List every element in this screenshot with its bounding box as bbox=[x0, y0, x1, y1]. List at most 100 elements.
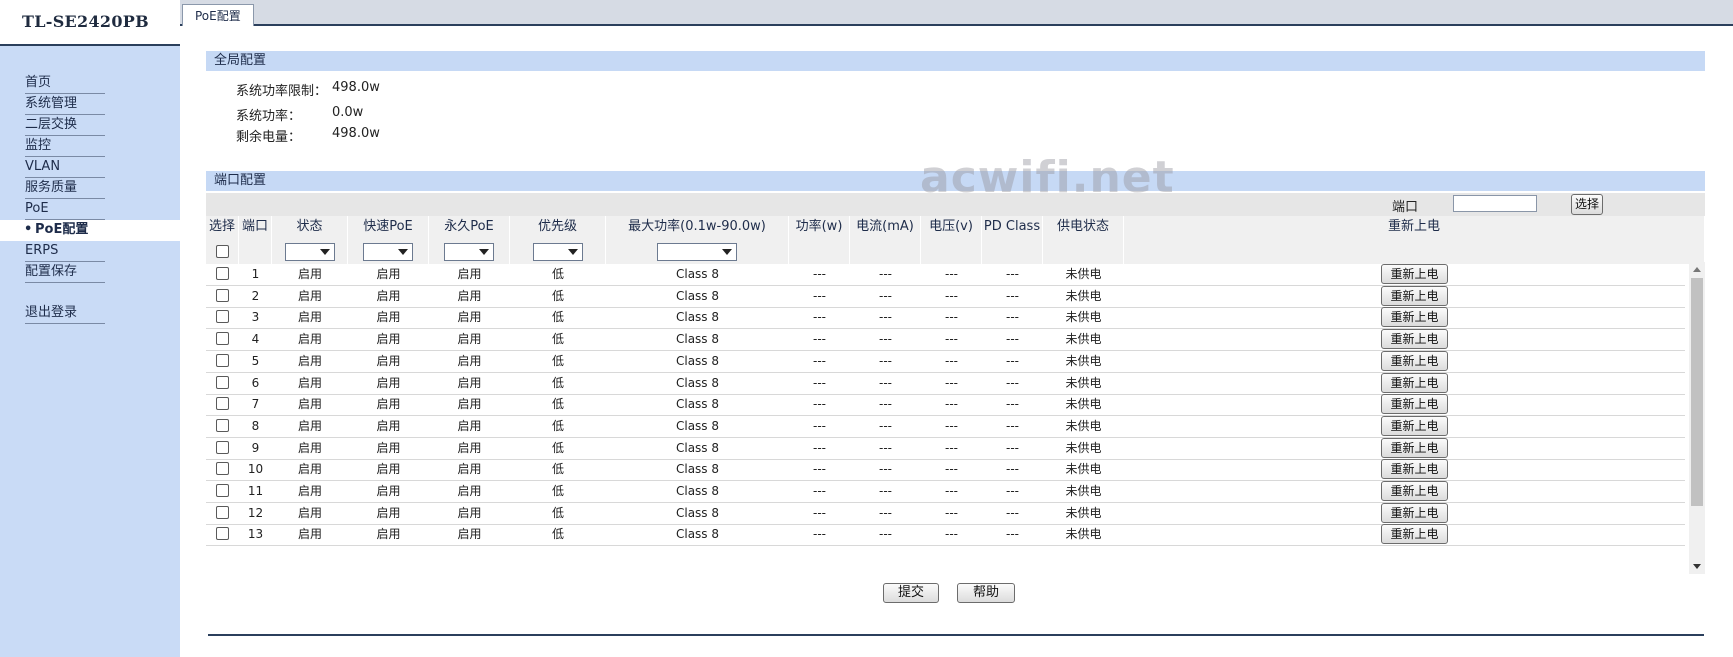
cell-max-power: Class 8 bbox=[675, 397, 720, 412]
row-select-cell bbox=[206, 524, 239, 545]
cell-supply-status: 未供电 bbox=[1065, 267, 1102, 281]
repower-button[interactable]: 重新上电 bbox=[1381, 264, 1448, 284]
row-checkbox[interactable] bbox=[216, 418, 229, 432]
cell-fast-poe: 启用 bbox=[376, 310, 401, 325]
row-checkbox[interactable] bbox=[216, 484, 229, 497]
col-max-power-batch-select[interactable] bbox=[657, 243, 737, 261]
sidebar-item[interactable]: PoE bbox=[0, 199, 180, 220]
sidebar-item[interactable]: VLAN bbox=[0, 157, 180, 178]
system-power-label: 系统功率： bbox=[236, 109, 302, 124]
repower-button[interactable]: 重新上电 bbox=[1381, 502, 1448, 523]
col-max-power-title: 最大功率(0.1w-90.0w) bbox=[628, 219, 766, 234]
sidebar-item[interactable]: ERPS bbox=[0, 241, 180, 262]
help-button[interactable]: 帮助 bbox=[957, 583, 1015, 603]
cell-perpetual-poe: 启用 bbox=[457, 375, 482, 390]
sidebar-item[interactable]: 服务质量 bbox=[0, 178, 180, 199]
col-repower-control-area bbox=[1124, 241, 1704, 264]
sidebar-item[interactable]: 配置保存 bbox=[0, 262, 180, 283]
cell-fast-poe: 启用 bbox=[376, 353, 401, 368]
repower-button[interactable]: 重新上电 bbox=[1381, 437, 1448, 458]
cell-status: 启用 bbox=[297, 397, 322, 412]
cell-status: 启用 bbox=[297, 505, 322, 520]
sidebar-item[interactable]: 退出登录 bbox=[0, 303, 180, 324]
cell-current: --- bbox=[879, 332, 892, 347]
cell-supply-status: 未供电 bbox=[1065, 440, 1102, 455]
cell-current: --- bbox=[879, 440, 892, 455]
cell-pd-class: --- bbox=[1006, 462, 1019, 477]
col-status-batch-select[interactable] bbox=[284, 243, 335, 261]
row-checkbox[interactable] bbox=[216, 440, 229, 454]
table-row: 1 启用 启用 启用 低 Class 8 --- --- --- --- 未供电 重新上电 bbox=[206, 264, 1685, 286]
col-current-title: 电流(mA) bbox=[856, 219, 914, 234]
col-fast-poe-batch-select[interactable] bbox=[363, 243, 413, 261]
cell-port: 10 bbox=[247, 462, 264, 477]
port-filter-input[interactable] bbox=[1453, 195, 1537, 212]
cell-power: --- bbox=[813, 462, 826, 477]
col-perpetual-poe-title: 永久PoE bbox=[444, 219, 494, 234]
table-scrollbar[interactable] bbox=[1689, 262, 1705, 574]
row-checkbox[interactable] bbox=[216, 288, 229, 302]
cell-supply-status: 未供电 bbox=[1065, 397, 1102, 412]
cell-pd-class: --- bbox=[1006, 332, 1019, 347]
row-checkbox[interactable] bbox=[216, 375, 229, 389]
col-fast-poe-title: 快速PoE bbox=[363, 219, 413, 234]
row-checkbox[interactable] bbox=[216, 310, 229, 324]
row-checkbox[interactable] bbox=[216, 267, 229, 280]
cell-pd-class: --- bbox=[1006, 440, 1019, 455]
cell-current: --- bbox=[879, 462, 892, 477]
cell-pd-class: --- bbox=[1006, 505, 1019, 520]
repower-button[interactable]: 重新上电 bbox=[1381, 415, 1448, 436]
cell-fast-poe: 启用 bbox=[376, 288, 401, 303]
repower-button[interactable]: 重新上电 bbox=[1381, 394, 1448, 415]
cell-power: --- bbox=[813, 288, 826, 303]
row-checkbox[interactable] bbox=[216, 505, 229, 519]
sidebar-item[interactable]: PoE配置 bbox=[0, 220, 180, 241]
sidebar-item[interactable]: 监控 bbox=[0, 136, 180, 157]
col-port-title: 端口 bbox=[241, 219, 268, 234]
cell-max-power: Class 8 bbox=[675, 310, 720, 325]
row-select-cell bbox=[206, 329, 239, 350]
col-priority-batch-select[interactable] bbox=[532, 243, 583, 261]
repower-button[interactable]: 重新上电 bbox=[1381, 307, 1448, 328]
scroll-thumb[interactable] bbox=[1691, 278, 1703, 506]
repower-button[interactable]: 重新上电 bbox=[1381, 285, 1448, 306]
row-checkbox[interactable] bbox=[216, 527, 229, 541]
cell-perpetual-poe: 启用 bbox=[457, 397, 482, 412]
select-all-checkbox[interactable] bbox=[215, 245, 229, 258]
row-checkbox[interactable] bbox=[216, 462, 229, 476]
cell-perpetual-poe: 启用 bbox=[457, 418, 482, 433]
repower-button[interactable]: 重新上电 bbox=[1381, 459, 1448, 480]
table-row: 5 启用 启用 启用 低 Class 8 --- --- --- --- 未供电 重新上电 bbox=[206, 350, 1685, 373]
sidebar-item[interactable]: 系统管理 bbox=[0, 94, 180, 115]
cell-voltage: --- bbox=[945, 484, 958, 498]
repower-button[interactable]: 重新上电 bbox=[1381, 524, 1448, 545]
row-repower-cell: 重新上电 bbox=[1124, 459, 1685, 480]
col-status-header: 状态 bbox=[272, 216, 348, 264]
sidebar-item-label: 退出登录 bbox=[25, 303, 105, 324]
row-checkbox[interactable] bbox=[216, 397, 229, 411]
repower-button[interactable]: 重新上电 bbox=[1381, 350, 1448, 371]
cell-status: 启用 bbox=[297, 484, 322, 498]
col-perpetual-poe-batch-select[interactable] bbox=[444, 243, 494, 261]
repower-button[interactable]: 重新上电 bbox=[1381, 372, 1448, 393]
device-model: TL-SE2420PB bbox=[22, 12, 149, 31]
submit-button[interactable]: 提交 bbox=[883, 583, 939, 603]
cell-voltage: --- bbox=[945, 310, 958, 325]
col-pd-class-header: PD Class bbox=[982, 216, 1043, 264]
repower-button[interactable]: 重新上电 bbox=[1381, 329, 1448, 350]
scroll-up-arrow-icon[interactable] bbox=[1693, 267, 1701, 272]
row-checkbox[interactable] bbox=[216, 353, 229, 367]
sidebar-item[interactable]: 首页 bbox=[0, 73, 180, 94]
scroll-down-arrow-icon[interactable] bbox=[1693, 564, 1701, 569]
select-ports-button[interactable]: 选择 bbox=[1571, 194, 1603, 215]
cell-priority: 低 bbox=[551, 310, 564, 325]
cell-power: --- bbox=[813, 375, 826, 390]
cell-status: 启用 bbox=[297, 440, 322, 455]
repower-button[interactable]: 重新上电 bbox=[1381, 481, 1448, 501]
row-checkbox[interactable] bbox=[216, 332, 229, 346]
cell-perpetual-poe: 启用 bbox=[457, 462, 482, 477]
col-priority-title: 优先级 bbox=[537, 219, 577, 234]
tab-poe-config[interactable]: PoE配置 bbox=[182, 4, 254, 26]
table-row: 2 启用 启用 启用 低 Class 8 --- --- --- --- 未供电 重新上电 bbox=[206, 285, 1685, 308]
sidebar-item[interactable]: 二层交换 bbox=[0, 115, 180, 136]
